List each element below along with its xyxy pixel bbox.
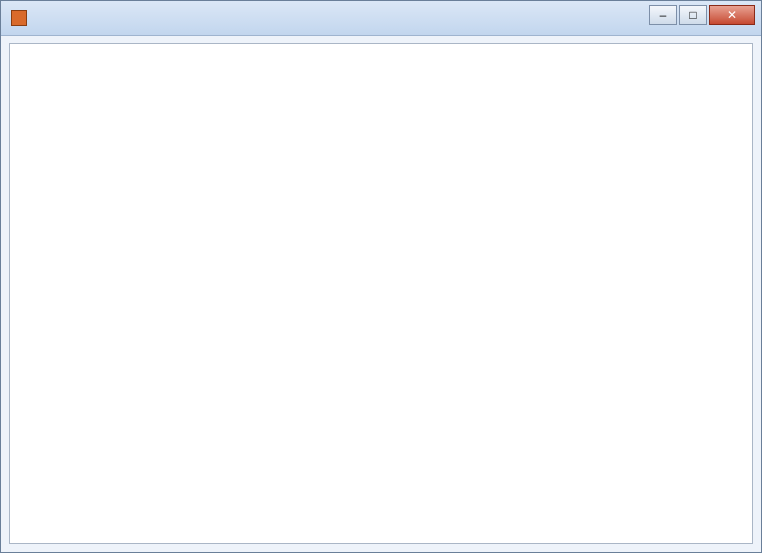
window-controls: – □ ✕ [649, 5, 755, 25]
app-icon [11, 10, 27, 26]
content-area [9, 43, 753, 544]
title-bar[interactable]: – □ ✕ [1, 1, 761, 36]
placeholder-message [10, 44, 752, 543]
minimize-button[interactable]: – [649, 5, 677, 25]
close-button[interactable]: ✕ [709, 5, 755, 25]
app-window: – □ ✕ [0, 0, 762, 553]
maximize-button[interactable]: □ [679, 5, 707, 25]
